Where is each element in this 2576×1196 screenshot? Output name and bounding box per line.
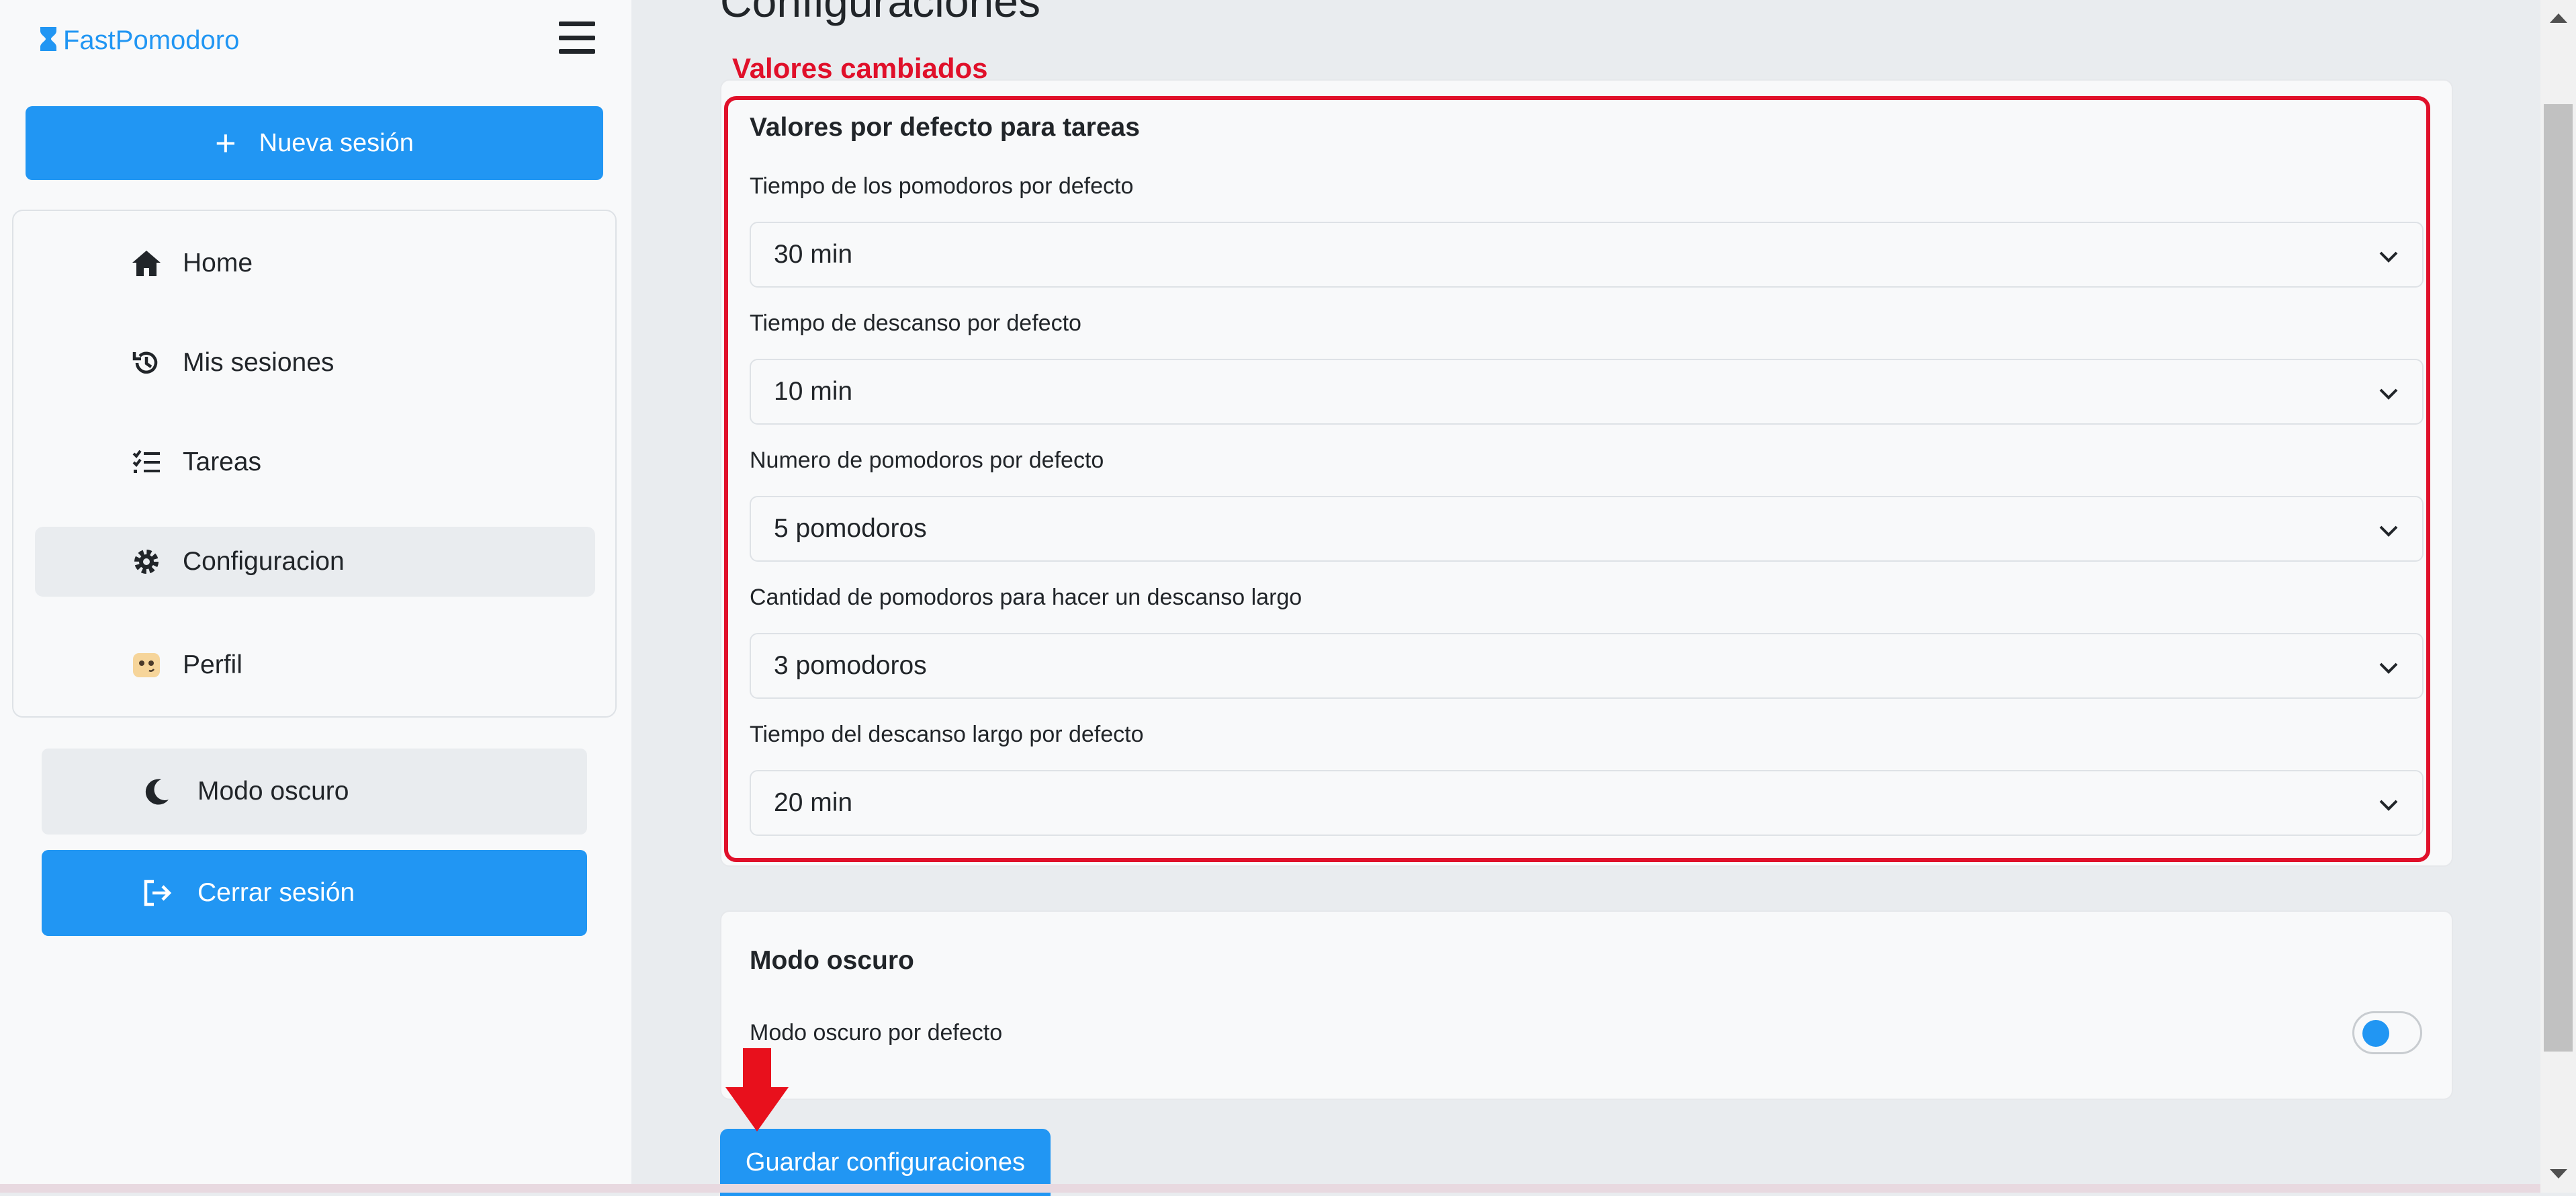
- sidebar-item-label: Perfil: [183, 650, 242, 679]
- scrollbar-thumb[interactable]: [2544, 104, 2573, 1052]
- break-time-select[interactable]: 10 min: [750, 359, 2424, 425]
- hourglass-icon: [39, 26, 58, 56]
- select-value: 20 min: [774, 788, 853, 817]
- chevron-down-icon: [2379, 388, 2398, 400]
- home-icon: [130, 247, 163, 280]
- chevron-down-icon: [2379, 251, 2398, 263]
- dark-mode-toggle-label: Modo oscuro por defecto: [750, 1020, 1003, 1045]
- moon-icon: [140, 774, 175, 809]
- select-value: 30 min: [774, 240, 853, 269]
- field-label: Numero de pomodoros por defecto: [750, 447, 1104, 473]
- sidebar-item-home[interactable]: Home: [35, 228, 595, 298]
- annotation-label: Valores cambiados: [732, 52, 988, 84]
- field-label: Cantidad de pomodoros para hacer un desc…: [750, 585, 1302, 610]
- page-title: Configuraciones: [720, 0, 1040, 26]
- history-icon: [130, 347, 163, 379]
- pomodoro-time-select[interactable]: 30 min: [750, 222, 2424, 288]
- menu-toggle-icon[interactable]: [559, 22, 595, 54]
- sidebar-item-label: Mis sesiones: [183, 348, 335, 377]
- logout-icon: [140, 875, 175, 910]
- chevron-down-icon: [2379, 800, 2398, 811]
- sidebar-item-tareas[interactable]: Tareas: [35, 427, 595, 497]
- brand-name: FastPomodoro: [63, 25, 240, 55]
- new-session-button[interactable]: + Nueva sesión: [26, 106, 603, 180]
- field-label: Tiempo del descanso largo por defecto: [750, 722, 1144, 747]
- sidebar-item-perfil[interactable]: Perfil: [35, 630, 595, 700]
- tasks-icon: [130, 446, 163, 478]
- chevron-down-icon: [2379, 525, 2398, 537]
- select-value: 3 pomodoros: [774, 651, 927, 680]
- pomodoro-count-select[interactable]: 5 pomodoros: [750, 496, 2424, 562]
- chevron-down-icon: [2379, 663, 2398, 674]
- scroll-down-icon[interactable]: [2550, 1169, 2567, 1179]
- long-break-interval-select[interactable]: 3 pomodoros: [750, 633, 2424, 699]
- sidebar-nav: Home Mis sesiones Tareas Configuracion P…: [12, 210, 617, 718]
- sidebar-item-mis-sesiones[interactable]: Mis sesiones: [35, 328, 595, 398]
- sidebar-item-label: Configuracion: [183, 547, 345, 576]
- select-value: 10 min: [774, 377, 853, 406]
- scroll-up-icon[interactable]: [2550, 13, 2567, 23]
- dark-mode-card: [720, 910, 2453, 1100]
- logout-label: Cerrar sesión: [197, 878, 355, 907]
- avatar-icon: [130, 649, 163, 681]
- dark-mode-button[interactable]: Modo oscuro: [42, 749, 587, 835]
- dark-mode-toggle[interactable]: [2352, 1011, 2422, 1054]
- dark-mode-label: Modo oscuro: [197, 777, 349, 806]
- select-value: 5 pomodoros: [774, 514, 927, 543]
- sidebar-item-configuracion[interactable]: Configuracion: [35, 527, 595, 597]
- sidebar-item-label: Tareas: [183, 447, 262, 476]
- sidebar: FastPomodoro + Nueva sesión Home Mis ses…: [0, 0, 631, 1193]
- field-label: Tiempo de descanso por defecto: [750, 310, 1081, 336]
- gear-icon: [130, 546, 163, 578]
- long-break-time-select[interactable]: 20 min: [750, 770, 2424, 836]
- arrow-down-icon: [725, 1048, 789, 1131]
- dark-card-title: Modo oscuro: [750, 946, 914, 975]
- plus-icon: +: [215, 123, 236, 163]
- brand[interactable]: FastPomodoro: [39, 20, 239, 60]
- tasks-card-title: Valores por defecto para tareas: [750, 113, 1140, 142]
- field-label: Tiempo de los pomodoros por defecto: [750, 173, 1134, 199]
- sidebar-item-label: Home: [183, 249, 253, 277]
- new-session-label: Nueva sesión: [259, 128, 414, 157]
- toggle-knob: [2362, 1020, 2389, 1047]
- logout-button[interactable]: Cerrar sesión: [42, 850, 587, 936]
- bottom-strip: [0, 1184, 2540, 1193]
